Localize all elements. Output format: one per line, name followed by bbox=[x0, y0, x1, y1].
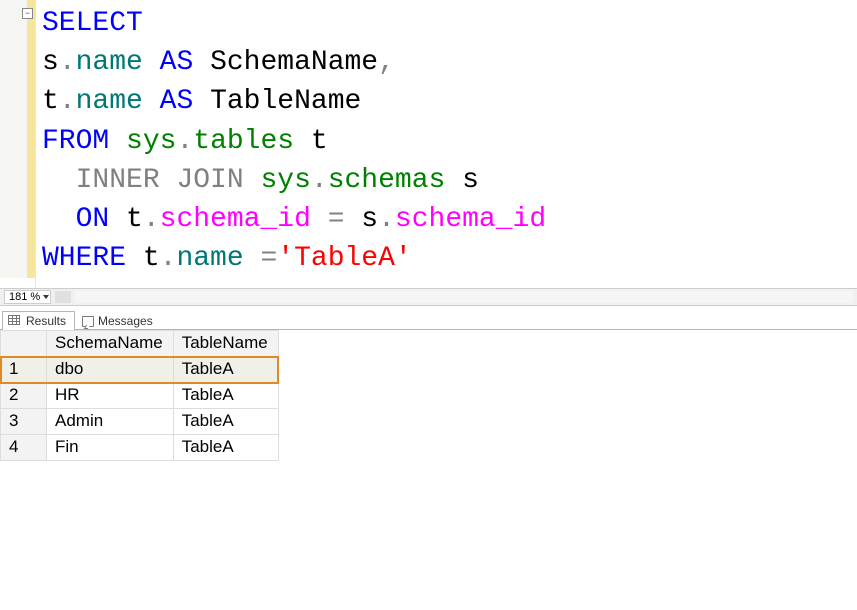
grid-corner[interactable] bbox=[1, 331, 47, 357]
tab-results[interactable]: Results bbox=[2, 311, 75, 330]
grid-cell[interactable]: TableA bbox=[173, 383, 278, 409]
table-row[interactable]: 1dboTableA bbox=[1, 357, 279, 383]
table-row[interactable]: 3AdminTableA bbox=[1, 409, 279, 435]
editor-gutter: − bbox=[0, 0, 36, 288]
chevron-down-icon bbox=[43, 295, 49, 299]
grid-cell[interactable]: TableA bbox=[173, 409, 278, 435]
sql-editor-wrap: − SELECTs.name AS SchemaName,t.name AS T… bbox=[0, 0, 857, 289]
messages-icon bbox=[82, 316, 94, 327]
zoom-level: 181 % bbox=[9, 291, 40, 303]
grid-cell[interactable]: TableA bbox=[173, 435, 278, 461]
table-row[interactable]: 4FinTableA bbox=[1, 435, 279, 461]
sql-editor[interactable]: SELECTs.name AS SchemaName,t.name AS Tab… bbox=[36, 0, 857, 288]
grid-cell[interactable]: dbo bbox=[47, 357, 174, 383]
change-marker bbox=[27, 0, 35, 278]
column-header[interactable]: SchemaName bbox=[47, 331, 174, 357]
row-number[interactable]: 1 bbox=[1, 357, 47, 383]
results-grid[interactable]: SchemaNameTableName1dboTableA2HRTableA3A… bbox=[0, 330, 279, 461]
fold-toggle-icon[interactable]: − bbox=[22, 8, 33, 19]
grid-cell[interactable]: TableA bbox=[173, 357, 278, 383]
table-row[interactable]: 2HRTableA bbox=[1, 383, 279, 409]
row-number[interactable]: 2 bbox=[1, 383, 47, 409]
row-number[interactable]: 4 bbox=[1, 435, 47, 461]
grid-cell[interactable]: Fin bbox=[47, 435, 174, 461]
tab-results-label: Results bbox=[26, 314, 66, 328]
grid-cell[interactable]: HR bbox=[47, 383, 174, 409]
grid-icon bbox=[8, 315, 22, 327]
grid-cell[interactable]: Admin bbox=[47, 409, 174, 435]
column-header[interactable]: TableName bbox=[173, 331, 278, 357]
tab-messages-label: Messages bbox=[98, 314, 153, 328]
row-number[interactable]: 3 bbox=[1, 409, 47, 435]
tab-messages[interactable]: Messages bbox=[76, 311, 162, 330]
editor-status-bar: 181 % bbox=[0, 289, 857, 306]
zoom-dropdown[interactable]: 181 % bbox=[4, 290, 51, 304]
output-tabs: Results Messages bbox=[0, 306, 857, 330]
hscroll-thumb[interactable] bbox=[55, 291, 71, 303]
hscroll-track[interactable] bbox=[75, 291, 853, 303]
